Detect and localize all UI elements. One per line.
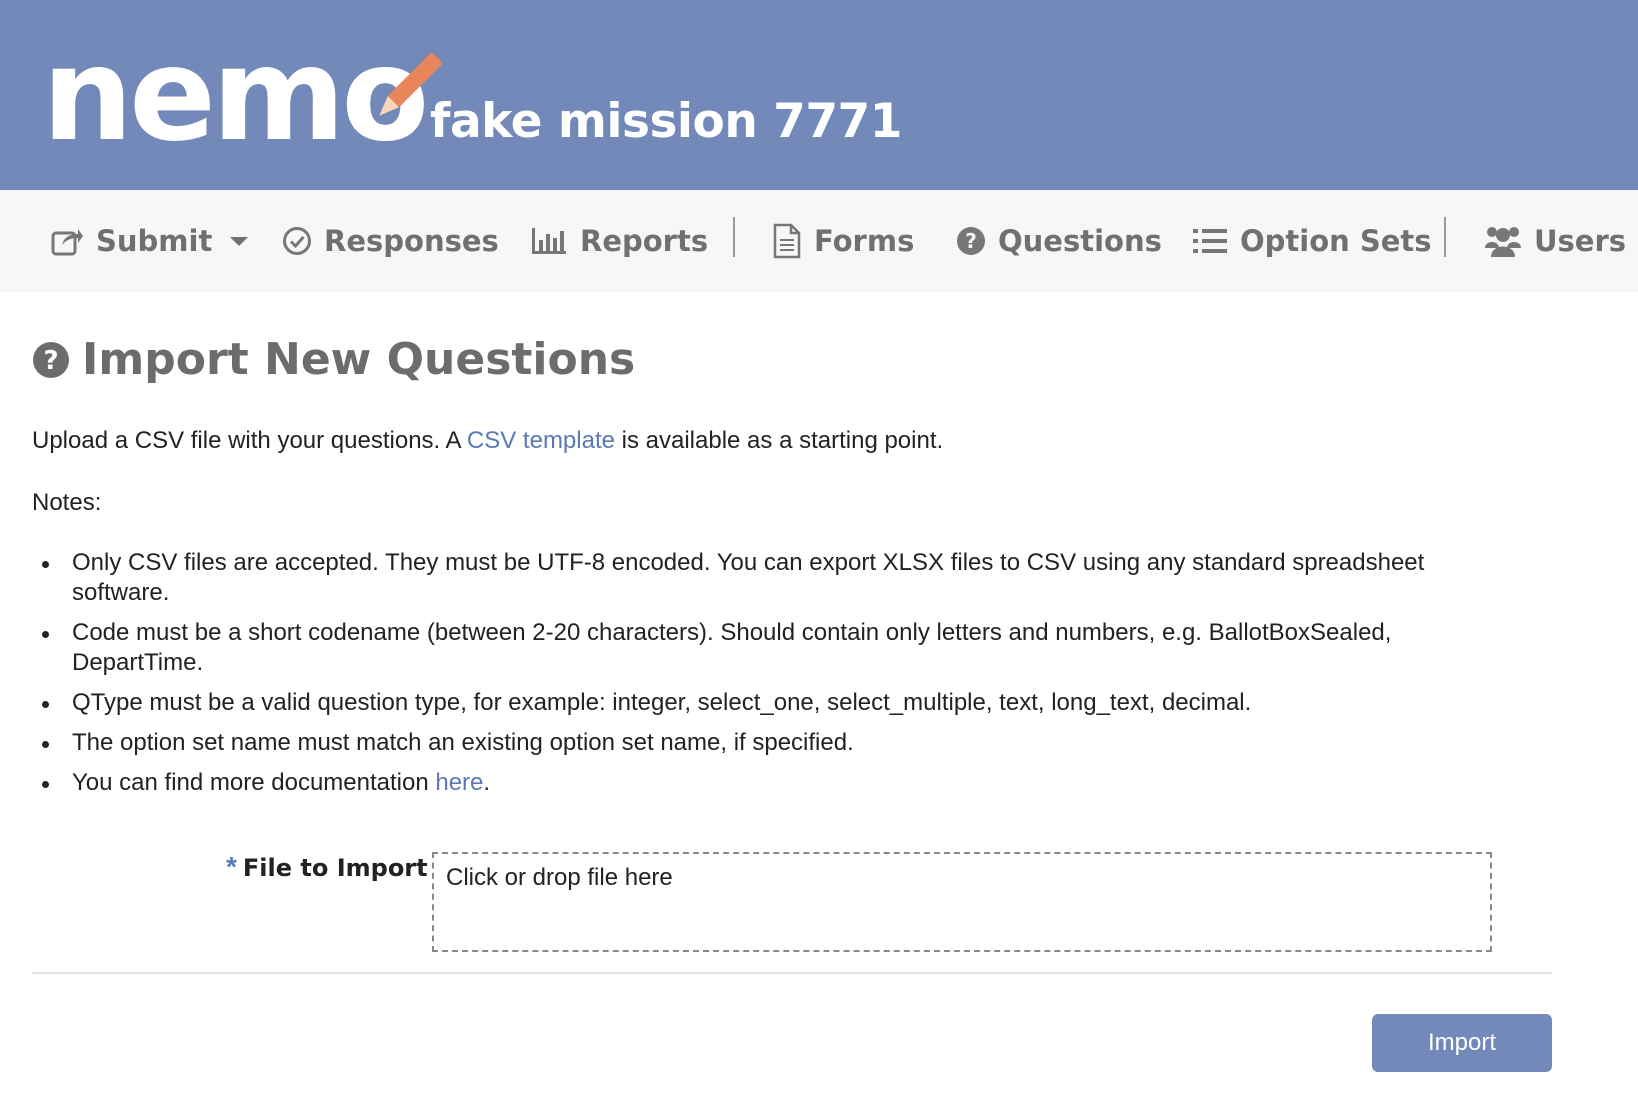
page-title: ? Import New Questions (32, 330, 635, 390)
list-icon (1193, 229, 1227, 253)
nav-reports[interactable]: Reports (530, 190, 708, 292)
nav-divider (733, 217, 735, 257)
nav-forms[interactable]: Forms (772, 190, 914, 292)
intro-text-before: Upload a CSV file with your questions. A (32, 427, 467, 454)
file-to-import-label: * File to Import (226, 851, 428, 883)
list-item: QType must be a valid question type, for… (40, 688, 1480, 718)
mission-name: fake mission 7771 (430, 94, 902, 149)
share-icon (51, 229, 83, 256)
nav-questions-label: Questions (998, 224, 1162, 258)
csv-template-link[interactable]: CSV template (467, 427, 615, 454)
import-button[interactable]: Import (1372, 1014, 1552, 1072)
file-label-text: File to Import (242, 854, 428, 882)
nemo-logo[interactable]: nemo (42, 32, 443, 160)
intro-text: Upload a CSV file with your questions. A… (32, 424, 943, 458)
bar-chart-icon (532, 228, 566, 254)
doc-note-text: You can find more documentation (72, 769, 436, 796)
svg-text:?: ? (965, 229, 977, 253)
nav-option-sets-label: Option Sets (1240, 224, 1432, 258)
notes-label: Notes: (32, 489, 102, 516)
list-item: Code must be a short codename (between 2… (40, 618, 1480, 678)
question-circle-icon: ? (957, 227, 985, 255)
nav-divider (1444, 217, 1446, 257)
doc-note-end: . (483, 769, 491, 796)
app-header: nemo fake mission 7771 (0, 0, 1638, 190)
nav-responses-label: Responses (324, 224, 499, 258)
list-item: Only CSV files are accepted. They must b… (40, 548, 1480, 608)
nav-users[interactable]: Users (1484, 190, 1626, 292)
nav-submit[interactable]: Submit (50, 190, 249, 292)
list-item: The option set name must match an existi… (40, 728, 1480, 758)
form-divider (32, 972, 1552, 974)
list-item: You can find more documentation here. (40, 768, 1480, 798)
page-title-text: Import New Questions (82, 334, 636, 385)
nav-responses[interactable]: Responses (282, 190, 499, 292)
nav-questions[interactable]: ? Questions (956, 190, 1162, 292)
nav-forms-label: Forms (814, 224, 915, 258)
nav-reports-label: Reports (580, 224, 709, 258)
nav-users-label: Users (1534, 224, 1627, 258)
svg-text:?: ? (43, 346, 58, 376)
notes-list: Only CSV files are accepted. They must b… (40, 548, 1480, 808)
document-icon (773, 223, 801, 259)
dropzone-text: Click or drop file here (446, 864, 673, 891)
intro-text-after: is available as a starting point. (614, 427, 944, 454)
users-icon (1485, 227, 1521, 257)
nav-option-sets[interactable]: Option Sets (1192, 190, 1432, 292)
chevron-down-icon (230, 236, 249, 246)
main-nav: Submit Responses Reports Forms ? Questio… (0, 190, 1638, 292)
check-circle-icon (283, 227, 311, 255)
nav-submit-label: Submit (96, 224, 213, 258)
file-dropzone[interactable]: Click or drop file here (432, 852, 1492, 952)
question-circle-icon: ? (33, 342, 69, 378)
documentation-link[interactable]: here (435, 769, 483, 796)
required-marker: * (226, 851, 237, 882)
